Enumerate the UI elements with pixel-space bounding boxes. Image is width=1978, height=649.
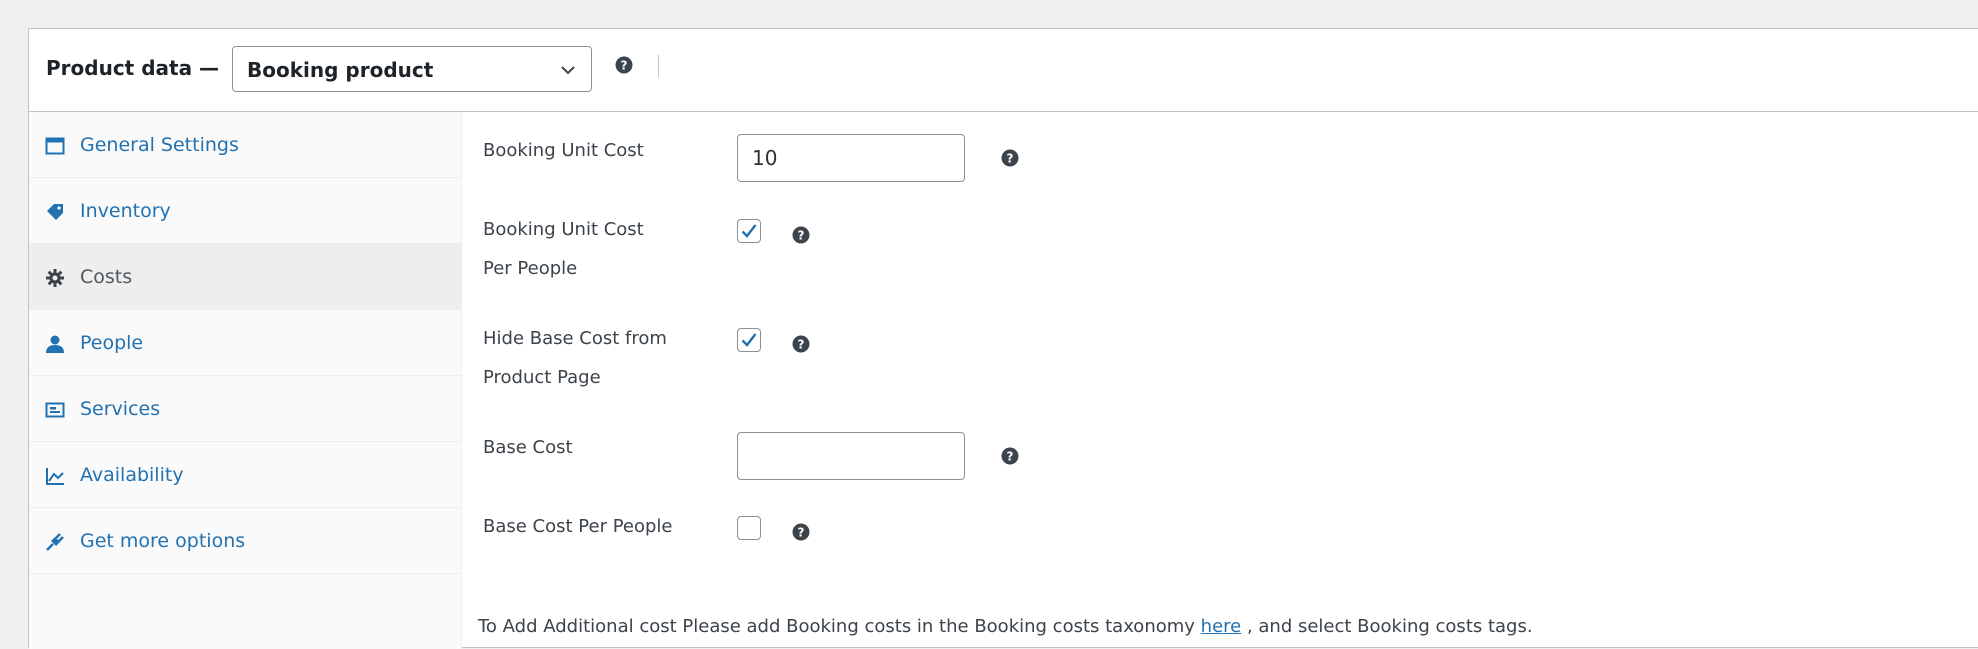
help-icon[interactable]: ?	[1001, 447, 1019, 465]
chart-icon	[46, 468, 64, 485]
booking-costs-link[interactable]: here	[1201, 616, 1242, 637]
hide-base-cost-label-2: Product Page	[483, 367, 601, 388]
booking-costs-note: To Add Additional cost Please add Bookin…	[478, 616, 1533, 637]
user-icon	[46, 335, 64, 353]
svg-text:?: ?	[1007, 152, 1014, 166]
tag-icon	[47, 204, 63, 220]
tab-label: General Settings	[80, 134, 239, 156]
costs-panel: Booking Unit Cost ? Booking Unit Cost Pe…	[462, 112, 1978, 647]
svg-text:?: ?	[621, 59, 628, 73]
hide-base-cost-checkbox[interactable]	[737, 328, 761, 352]
tab-availability[interactable]: Availability	[29, 442, 461, 508]
help-icon[interactable]: ?	[615, 56, 633, 74]
tab-label: Availability	[80, 464, 184, 486]
product-data-header: Product data — Booking product ?	[29, 29, 1978, 112]
help-icon[interactable]: ?	[792, 226, 810, 244]
tab-label: Get more options	[80, 530, 246, 552]
product-data-panel: Product data — Booking product ? General…	[28, 28, 1978, 649]
base-cost-input[interactable]	[737, 432, 965, 480]
base-cost-per-people-label: Base Cost Per People	[483, 516, 673, 537]
gear-icon	[46, 269, 64, 287]
base-cost-label: Base Cost	[483, 437, 573, 458]
svg-text:?: ?	[798, 229, 805, 243]
unit-cost-per-people-label-2: Per People	[483, 258, 578, 279]
tab-label: Inventory	[80, 200, 171, 222]
product-type-value: Booking product	[247, 58, 434, 82]
chevron-down-icon	[561, 66, 575, 75]
tab-label: Costs	[80, 266, 133, 288]
svg-text:?: ?	[798, 338, 805, 352]
checkmark-icon	[741, 224, 757, 238]
tab-inventory[interactable]: Inventory	[29, 178, 461, 244]
help-icon[interactable]: ?	[792, 523, 810, 541]
product-data-tabs: General Settings Inventory Costs People …	[29, 112, 462, 649]
help-icon[interactable]: ?	[1001, 149, 1019, 167]
unit-cost-label: Booking Unit Cost	[483, 140, 644, 161]
plug-icon	[46, 533, 64, 551]
unit-cost-per-people-checkbox[interactable]	[737, 219, 761, 243]
tab-get-more-options[interactable]: Get more options	[29, 508, 461, 574]
header-divider	[658, 55, 659, 77]
tab-costs[interactable]: Costs	[29, 244, 461, 310]
help-icon[interactable]: ?	[792, 335, 810, 353]
svg-text:?: ?	[798, 526, 805, 540]
note-text-before: To Add Additional cost Please add Bookin…	[478, 616, 1201, 637]
product-type-select[interactable]: Booking product	[232, 46, 592, 92]
note-text-after: , and select Booking costs tags.	[1241, 616, 1533, 637]
checkmark-icon	[741, 333, 757, 347]
svg-text:?: ?	[1007, 450, 1014, 464]
tab-label: People	[80, 332, 144, 354]
tab-services[interactable]: Services	[29, 376, 461, 442]
unit-cost-input[interactable]	[737, 134, 965, 182]
calendar-icon	[45, 137, 65, 155]
base-cost-per-people-checkbox[interactable]	[737, 516, 761, 540]
tab-people[interactable]: People	[29, 310, 461, 376]
hide-base-cost-label: Hide Base Cost from	[483, 328, 667, 349]
unit-cost-per-people-label: Booking Unit Cost	[483, 219, 644, 240]
product-data-label: Product data —	[46, 56, 220, 80]
tab-general-settings[interactable]: General Settings	[29, 112, 461, 178]
tab-label: Services	[80, 398, 161, 420]
services-icon	[45, 402, 65, 418]
